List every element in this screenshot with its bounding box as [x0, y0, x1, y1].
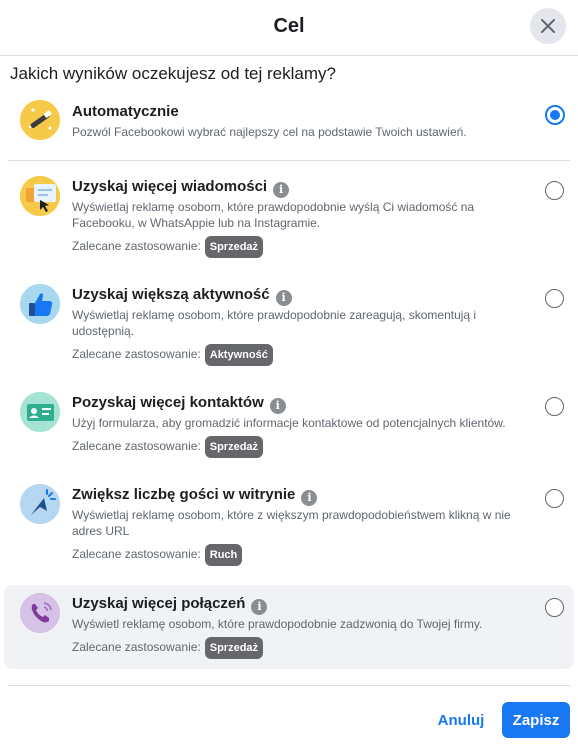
contact-card-icon [20, 392, 60, 432]
option-title: Pozyskaj więcej kontaktów [72, 394, 264, 411]
recommended-label: Zalecane zastosowanie: [72, 640, 201, 655]
option-engagement[interactable]: Uzyskaj większą aktywność i Wyświetlaj re… [4, 276, 574, 376]
use-case-badge: Ruch [204, 544, 243, 566]
option-leads[interactable]: Pozyskaj więcej kontaktów i Użyj formular… [4, 384, 574, 468]
option-automatic[interactable]: Automatycznie Pozwól Facebookowi wybrać … [4, 92, 574, 158]
recommended-label: Zalecane zastosowanie: [72, 547, 201, 562]
option-messages[interactable]: Uzyskaj więcej wiadomości i Wyświetlaj re… [4, 168, 574, 268]
info-icon[interactable]: i [251, 599, 268, 615]
info-icon[interactable]: i [301, 490, 318, 506]
thumbs-up-icon [20, 284, 60, 324]
option-title: Zwiększ liczbę gości w witrynie [72, 486, 296, 503]
magic-wand-icon [20, 100, 60, 140]
option-title: Uzyskaj większą aktywność [72, 286, 270, 303]
divider [8, 160, 570, 161]
objective-question: Jakich wyników oczekujesz od tej reklamy… [10, 64, 336, 83]
messages-icon [20, 176, 60, 216]
cancel-button[interactable]: Anuluj [424, 702, 498, 738]
option-title: Uzyskaj więcej wiadomości [72, 178, 268, 195]
info-icon[interactable]: i [273, 182, 290, 198]
option-description: Użyj formularza, aby gromadzić informacj… [72, 416, 506, 430]
radio-calls[interactable] [545, 598, 564, 617]
recommended-label: Zalecane zastosowanie: [72, 239, 201, 254]
recommended-label: Zalecane zastosowanie: [72, 347, 201, 362]
info-icon[interactable]: i [275, 290, 292, 306]
option-description: Wyświetl reklamę osobom, które prawdopod… [72, 617, 483, 631]
option-description: Wyświetlaj reklamę osobom, które z więks… [72, 508, 511, 538]
dialog-header: Cel [0, 0, 578, 56]
use-case-badge: Sprzedaż [204, 236, 264, 258]
cursor-click-icon [20, 484, 60, 524]
phone-icon [20, 593, 60, 633]
radio-engagement[interactable] [545, 289, 564, 308]
radio-automatic[interactable] [545, 105, 565, 125]
footer-divider [8, 685, 570, 686]
save-button[interactable]: Zapisz [502, 702, 570, 738]
close-button[interactable] [530, 8, 566, 44]
option-calls[interactable]: Uzyskaj więcej połączeń i Wyświetl reklam… [4, 585, 574, 669]
use-case-badge: Sprzedaż [204, 436, 264, 458]
option-title: Automatycznie [72, 103, 179, 120]
info-icon[interactable]: i [269, 398, 286, 414]
recommended-label: Zalecane zastosowanie: [72, 439, 201, 454]
use-case-badge: Aktywność [204, 344, 273, 366]
radio-messages[interactable] [545, 181, 564, 200]
option-title: Uzyskaj więcej połączeń [72, 595, 246, 612]
option-traffic[interactable]: Zwiększ liczbę gości w witrynie i Wyświet… [4, 476, 574, 576]
radio-leads[interactable] [545, 397, 564, 416]
close-icon [541, 19, 555, 33]
option-description: Wyświetlaj reklamę osobom, które prawdop… [72, 308, 477, 338]
radio-traffic[interactable] [545, 489, 564, 508]
option-description: Wyświetlaj reklamę osobom, które prawdop… [72, 200, 475, 230]
use-case-badge: Sprzedaż [204, 637, 264, 659]
dialog-title: Cel [273, 15, 305, 37]
option-description: Pozwól Facebookowi wybrać najlepszy cel … [72, 125, 467, 139]
